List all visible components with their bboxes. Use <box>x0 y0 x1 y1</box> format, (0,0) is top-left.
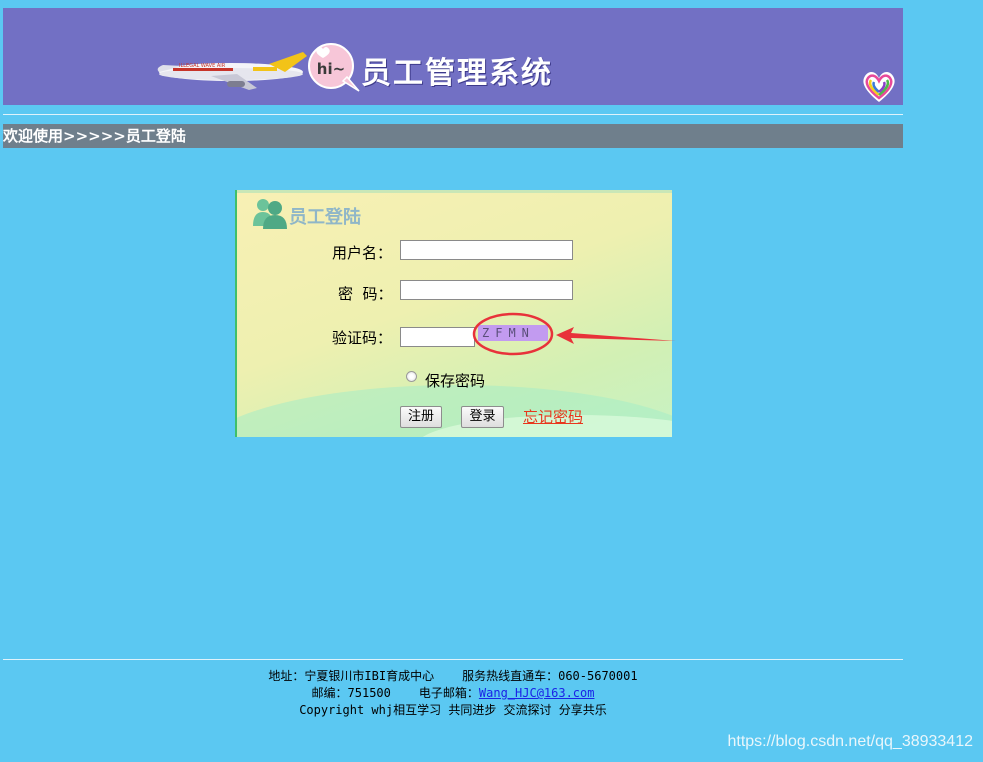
remember-password-radio[interactable] <box>406 371 417 382</box>
footer-postcode: 邮编：751500 <box>311 686 391 700</box>
register-button[interactable]: 注册 <box>400 406 442 428</box>
captcha-input[interactable] <box>400 327 475 347</box>
footer-email-link[interactable]: Wang_HJC@163.com <box>479 686 595 700</box>
login-panel-title: 员工登陆 <box>289 207 361 228</box>
remember-password-label: 保存密码 <box>425 372 486 390</box>
footer: 地址：宁夏银川市IBI育成中心 服务热线直通车：060-5670001 邮编：75… <box>3 668 903 719</box>
annotation-arrow-icon <box>472 312 676 356</box>
breadcrumb: 欢迎使用>>>>>员工登陆 <box>3 124 903 148</box>
airplane-icon: ILLEGAL WAVE AIR <box>157 52 307 90</box>
footer-hotline: 服务热线直通车：060-5670001 <box>462 669 638 683</box>
password-label: 密 码： <box>338 285 393 303</box>
header-banner: ILLEGAL WAVE AIR hi~ 员工管理系统 <box>3 8 903 105</box>
username-label: 用户名： <box>332 244 393 262</box>
login-button[interactable]: 登录 <box>461 406 504 428</box>
footer-copyright: Copyright whj相互学习 共同进步 交流探讨 分享共乐 <box>299 703 607 717</box>
hi-text: hi~ <box>317 60 345 78</box>
footer-email-label: 电子邮箱： <box>418 686 479 700</box>
username-input[interactable] <box>400 240 573 260</box>
rainbow-heart-icon <box>863 72 895 102</box>
app-title: 员工管理系统 <box>361 56 553 91</box>
watermark: https://blog.csdn.net/qq_38933412 <box>727 733 973 750</box>
password-input[interactable] <box>400 280 573 300</box>
captcha-label: 验证码： <box>332 329 393 347</box>
users-icon <box>253 199 287 229</box>
hi-bubble-icon: hi~ <box>308 43 360 92</box>
divider-bottom <box>3 659 903 660</box>
forgot-password-link[interactable]: 忘记密码 <box>523 406 583 427</box>
footer-address: 地址：宁夏银川市IBI育成中心 <box>268 669 435 683</box>
divider-top <box>3 114 903 115</box>
svg-text:ILLEGAL WAVE AIR: ILLEGAL WAVE AIR <box>179 63 226 69</box>
